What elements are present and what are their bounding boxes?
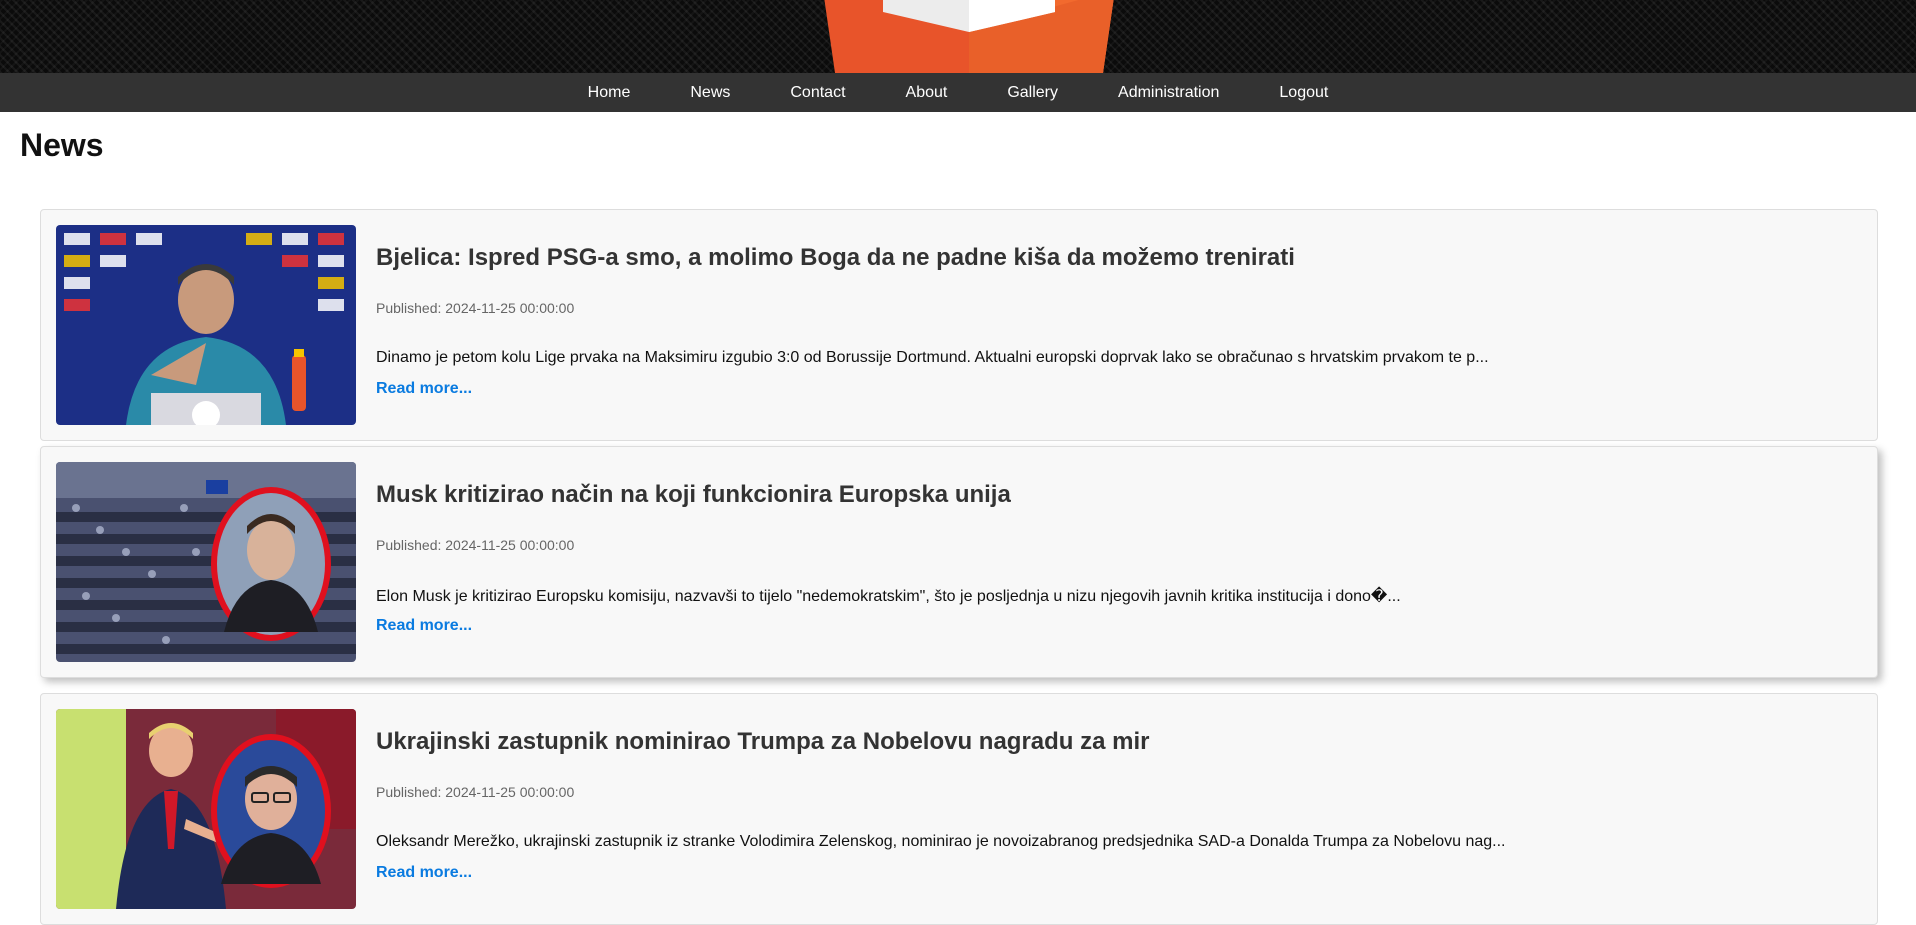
nav-logout[interactable]: Logout xyxy=(1249,73,1358,112)
page-title: News xyxy=(20,127,104,163)
news-thumbnail[interactable] xyxy=(56,709,356,909)
main-navbar: Home News Contact About Gallery Administ… xyxy=(0,73,1916,112)
read-more-link[interactable]: Read more... xyxy=(376,617,472,635)
news-card: Ukrajinski zastupnik nominirao Trumpa za… xyxy=(40,693,1878,925)
nav-contact[interactable]: Contact xyxy=(760,73,875,112)
politicians-image xyxy=(56,709,356,909)
nav-administration[interactable]: Administration xyxy=(1088,73,1249,112)
site-logo[interactable] xyxy=(823,0,1115,73)
news-thumbnail[interactable] xyxy=(56,225,356,425)
news-thumbnail[interactable] xyxy=(56,462,356,662)
nav-gallery[interactable]: Gallery xyxy=(977,73,1088,112)
news-title[interactable]: Bjelica: Ispred PSG-a smo, a molimo Boga… xyxy=(376,244,1295,272)
site-header xyxy=(0,0,1916,73)
read-more-link[interactable]: Read more... xyxy=(376,864,472,882)
news-card: Bjelica: Ispred PSG-a smo, a molimo Boga… xyxy=(40,209,1878,441)
news-title[interactable]: Ukrajinski zastupnik nominirao Trumpa za… xyxy=(376,728,1150,756)
news-card: Musk kritizirao način na koji funkcionir… xyxy=(40,446,1878,678)
news-excerpt: Oleksandr Merežko, ukrajinski zastupnik … xyxy=(376,833,1506,850)
nav-about[interactable]: About xyxy=(876,73,978,112)
nav-home[interactable]: Home xyxy=(558,73,661,112)
news-title[interactable]: Musk kritizirao način na koji funkcionir… xyxy=(376,481,1011,509)
news-excerpt: Dinamo je petom kolu Lige prvaka na Maks… xyxy=(376,349,1489,366)
nav-news[interactable]: News xyxy=(660,73,760,112)
news-published-date: Published: 2024-11-25 00:00:00 xyxy=(376,300,575,316)
news-published-date: Published: 2024-11-25 00:00:00 xyxy=(376,784,575,800)
read-more-link[interactable]: Read more... xyxy=(376,380,472,398)
news-published-date: Published: 2024-11-25 00:00:00 xyxy=(376,537,575,553)
press-conference-image xyxy=(56,225,356,425)
parliament-image xyxy=(56,462,356,662)
news-excerpt: Elon Musk je kritizirao Europsku komisij… xyxy=(376,588,1401,605)
